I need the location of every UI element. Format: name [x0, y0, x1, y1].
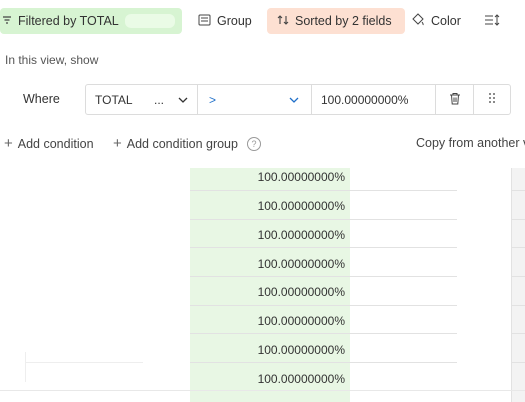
- table-cell[interactable]: 100.00000000%: [190, 255, 345, 283]
- color-button[interactable]: Color: [411, 8, 461, 34]
- table-cell[interactable]: 100.00000000%: [190, 283, 345, 311]
- grid-border: [0, 390, 525, 391]
- plus-icon: +: [113, 135, 122, 152]
- row-divider: [511, 219, 525, 220]
- row-divider: [511, 333, 525, 334]
- grid-view: 100.00000000% 100.00000000% 100.00000000…: [0, 168, 525, 402]
- adjacent-column: [350, 168, 457, 393]
- field-overflow-indicator: ...: [154, 93, 165, 107]
- row-divider: [511, 247, 525, 248]
- operator-select[interactable]: >: [198, 85, 312, 114]
- right-column: [511, 168, 525, 402]
- plus-icon: +: [4, 135, 13, 152]
- redacted-field: [124, 14, 175, 28]
- table-cell[interactable]: 100.00000000%: [190, 226, 345, 254]
- operator-select-value: >: [209, 92, 217, 107]
- color-icon: [411, 13, 431, 29]
- filter-condition: TOTAL ... > 100.00000000%: [85, 84, 511, 115]
- add-condition-group-label: Add condition group: [126, 136, 238, 151]
- row-divider: [511, 190, 525, 191]
- filter-button[interactable]: Filtered by TOTAL: [0, 8, 182, 34]
- chevron-down-icon: [178, 94, 188, 108]
- value-input-text: 100.00000000%: [321, 92, 409, 107]
- table-cell[interactable]: 100.00000000%: [190, 197, 345, 225]
- sort-icon: [277, 14, 295, 29]
- table-cell[interactable]: 100.00000000%: [190, 312, 345, 340]
- delete-condition-button[interactable]: [436, 85, 474, 114]
- add-condition-group-button[interactable]: + Add condition group ?: [113, 136, 261, 151]
- help-icon[interactable]: ?: [246, 136, 261, 151]
- add-condition-label: Add condition: [17, 136, 94, 151]
- group-button[interactable]: Group: [198, 8, 252, 34]
- row-height-button[interactable]: [484, 8, 506, 34]
- trash-icon: [449, 92, 461, 108]
- field-select[interactable]: TOTAL ...: [86, 85, 198, 114]
- table-cell[interactable]: 100.00000000%: [190, 370, 345, 398]
- grid-line: [25, 362, 143, 363]
- filter-button-label: Filtered by TOTAL: [18, 14, 119, 28]
- table-cell[interactable]: 100.00000000%: [190, 341, 345, 369]
- chevron-down-icon: [289, 94, 299, 108]
- add-condition-button[interactable]: + Add condition: [4, 136, 94, 151]
- field-select-value: TOTAL: [95, 92, 133, 107]
- where-label: Where: [23, 92, 60, 106]
- filter-panel-caption: In this view, show: [5, 53, 99, 67]
- sort-button-label: Sorted by 2 fields: [295, 14, 392, 28]
- color-button-label: Color: [431, 14, 461, 28]
- view-toolbar: Filtered by TOTAL Group Sorted by 2 fiel…: [0, 0, 525, 42]
- table-cell[interactable]: 100.00000000%: [190, 168, 345, 196]
- row-divider: [511, 276, 525, 277]
- sort-button[interactable]: Sorted by 2 fields: [267, 8, 405, 34]
- row-divider: [511, 305, 525, 306]
- group-icon: [198, 14, 217, 29]
- drag-handle-icon: [488, 92, 496, 107]
- copy-from-label: Copy from another v: [416, 136, 525, 150]
- drag-handle[interactable]: [473, 85, 510, 114]
- filter-icon: [2, 14, 18, 28]
- group-button-label: Group: [217, 14, 252, 28]
- copy-from-another-view-button[interactable]: Copy from another v: [416, 136, 525, 150]
- value-input[interactable]: 100.00000000%: [312, 85, 436, 114]
- row-divider: [511, 362, 525, 363]
- row-height-icon: [484, 13, 506, 29]
- grid-line: [25, 352, 26, 382]
